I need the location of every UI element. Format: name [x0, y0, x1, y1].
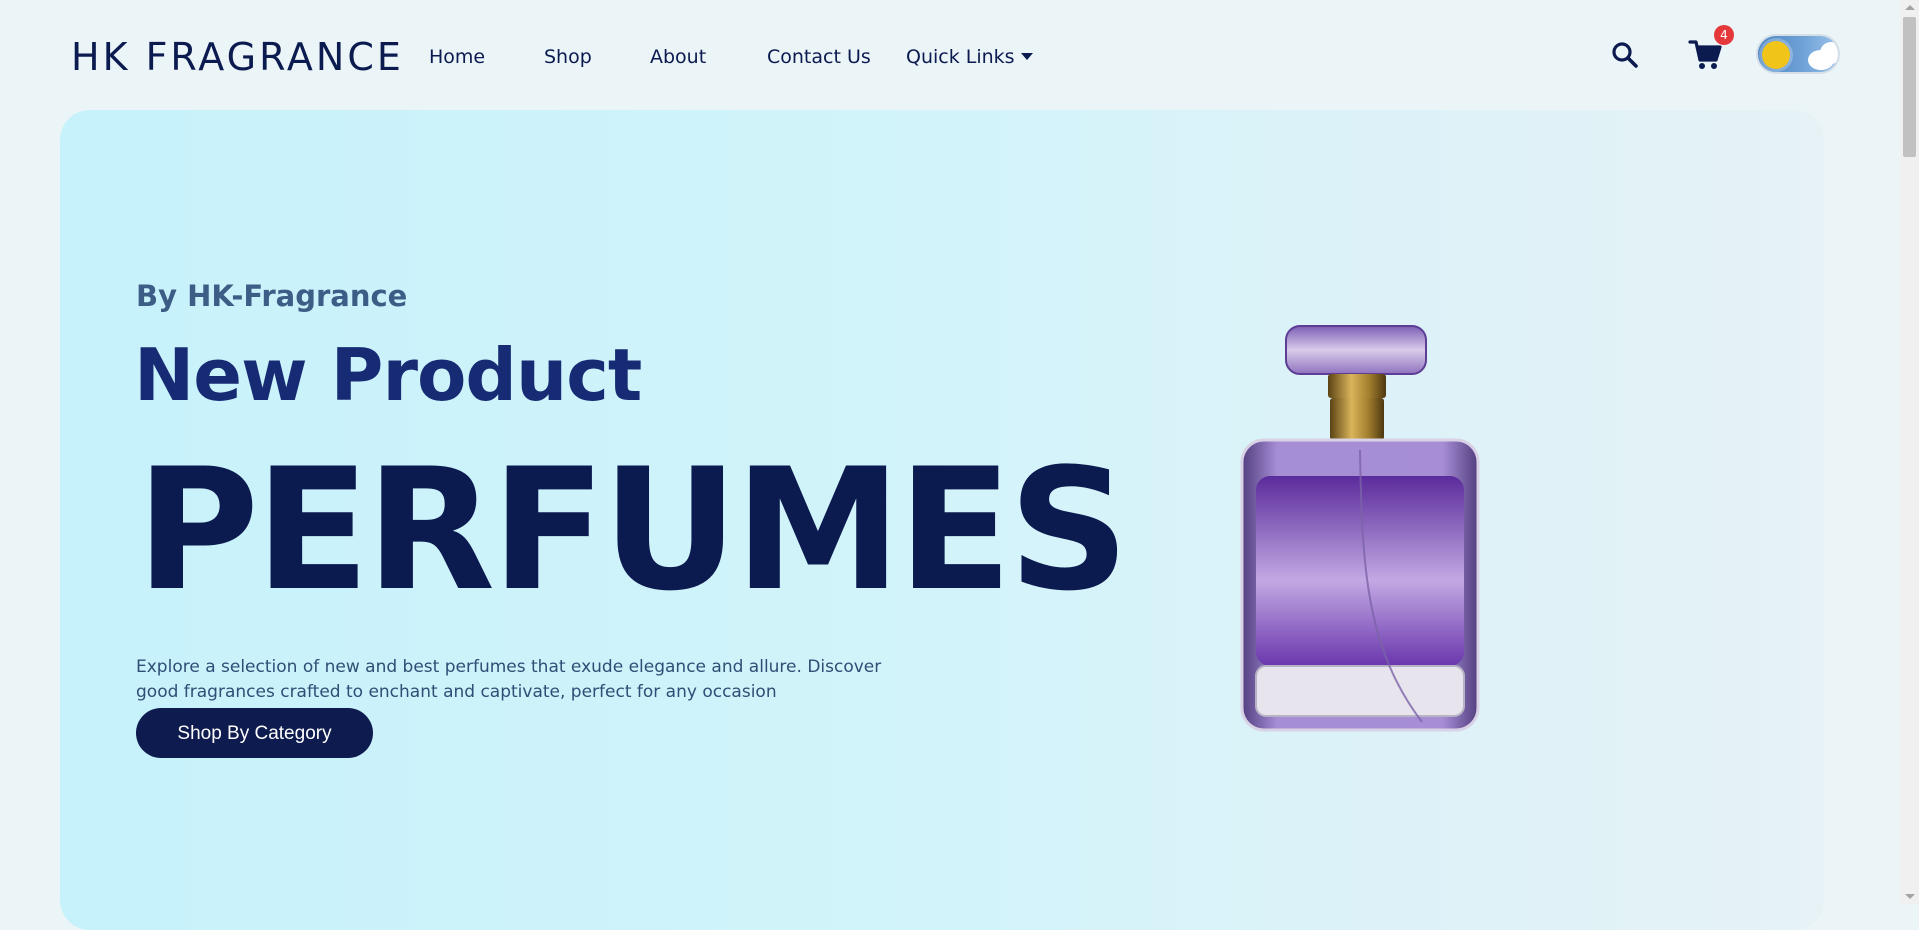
search-icon	[1612, 42, 1638, 68]
hero-subtitle: By HK-Fragrance	[136, 279, 408, 313]
page-scrollbar[interactable]	[1900, 0, 1919, 904]
theme-toggle[interactable]	[1756, 34, 1840, 74]
cloud-icon	[1820, 42, 1838, 64]
nav-contact-us[interactable]: Contact Us	[767, 44, 871, 70]
nav-shop[interactable]: Shop	[544, 44, 592, 70]
scroll-down-icon[interactable]	[1905, 894, 1915, 899]
site-logo[interactable]: HK FRAGRANCE	[71, 34, 404, 80]
shop-by-category-button[interactable]: Shop By Category	[136, 708, 373, 758]
nav-quick-links-label: Quick Links	[906, 46, 1015, 68]
nav-about[interactable]: About	[650, 44, 706, 70]
chevron-down-icon	[1020, 53, 1033, 60]
scroll-thumb[interactable]	[1903, 17, 1916, 157]
perfume-bottle-image	[1226, 318, 1496, 748]
cart-count-badge: 4	[1714, 25, 1734, 45]
search-button[interactable]	[1610, 40, 1640, 70]
nav-quick-links[interactable]: Quick Links	[906, 44, 1033, 70]
scroll-up-icon[interactable]	[1905, 5, 1915, 10]
hero-big-word: PERFUMES	[136, 432, 1129, 628]
sun-icon	[1762, 41, 1790, 69]
hero-description: Explore a selection of new and best perf…	[136, 657, 882, 702]
hero-headline: New Product	[134, 333, 642, 417]
site-header: HK FRAGRANCE Home Shop About Contact Us …	[0, 0, 1900, 110]
nav-home[interactable]: Home	[429, 44, 485, 70]
